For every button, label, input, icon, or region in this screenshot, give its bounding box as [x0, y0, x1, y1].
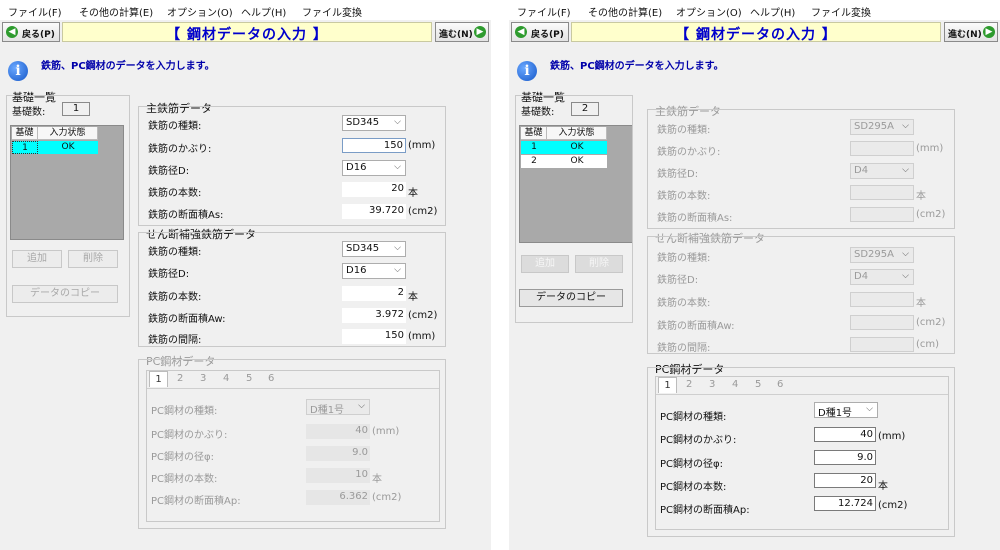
dropdown-arrow-icon: ⌵ — [358, 401, 365, 411]
menu-other-calc[interactable]: その他の計算(E) — [79, 4, 153, 19]
menu-file-convert[interactable]: ファイル変換 — [811, 4, 871, 19]
dropdown-arrow-icon: ⌵ — [902, 165, 909, 175]
info-text: 鉄筋、PC鋼材のデータを入力します。 — [41, 61, 215, 72]
next-arrow-icon: ▶ — [983, 26, 995, 38]
back-arrow-icon: ◀ — [6, 26, 18, 38]
tab-1[interactable]: 1 — [149, 371, 168, 387]
pc-type-select[interactable]: D種1号 ⌵ — [814, 402, 878, 419]
pc-area-input[interactable]: 6.362 — [306, 490, 370, 505]
main-rebar-area-input[interactable]: 39.720 — [342, 204, 406, 219]
shear-rebar-diameter-select[interactable]: D16 ⌵ — [342, 263, 406, 279]
title-banner: 【 鋼材データの入力 】 — [571, 22, 941, 43]
main-rebar-area-input[interactable] — [850, 207, 914, 222]
dropdown-arrow-icon: ⌵ — [866, 404, 873, 414]
main-rebar-cover-input[interactable]: 150 — [342, 138, 406, 153]
main-rebar-diameter-select[interactable]: D16 ⌵ — [342, 160, 406, 176]
shear-rebar-area-input[interactable] — [850, 315, 914, 330]
menu-bar: ファイル(F) その他の計算(E) オプション(O) ヘルプ(H) ファイル変換 — [509, 0, 1000, 20]
nav-bar: ◀ 戻る(P) 【 鋼材データの入力 】 進む(N) ▶ — [0, 21, 491, 45]
main-rebar-type-select[interactable]: SD345 ⌵ — [342, 115, 406, 131]
foundation-group-box — [515, 95, 633, 323]
shear-rebar-spacing-input[interactable]: 150 — [342, 329, 406, 344]
main-rebar-type-select[interactable]: SD295A ⌵ — [850, 119, 914, 135]
dropdown-arrow-icon: ⌵ — [902, 249, 909, 259]
next-button[interactable]: 進む(N) ▶ — [435, 22, 489, 42]
menu-file[interactable]: ファイル(F) — [517, 4, 571, 19]
info-icon: i — [517, 61, 537, 81]
main-rebar-cover-input[interactable] — [850, 141, 914, 156]
shear-rebar-type-select[interactable]: SD345 ⌵ — [342, 241, 406, 257]
shear-rebar-spacing-input[interactable] — [850, 337, 914, 352]
dropdown-arrow-icon: ⌵ — [902, 271, 909, 281]
shear-rebar-type-select[interactable]: SD295A ⌵ — [850, 247, 914, 263]
tab-4[interactable]: 4 — [223, 373, 229, 384]
menu-help[interactable]: ヘルプ(H) — [241, 4, 286, 19]
tab-3[interactable]: 3 — [709, 379, 715, 390]
foundation-group-box — [6, 95, 130, 317]
pc-cover-input[interactable]: 40 — [306, 424, 370, 439]
pc-diameter-input[interactable]: 9.0 — [306, 446, 370, 461]
dropdown-arrow-icon: ⌵ — [902, 121, 909, 131]
tab-6[interactable]: 6 — [777, 379, 783, 390]
dropdown-arrow-icon: ⌵ — [394, 162, 401, 172]
pc-area-input[interactable]: 12.724 — [814, 496, 876, 511]
back-button[interactable]: ◀ 戻る(P) — [511, 22, 569, 42]
pc-cover-input[interactable]: 40 — [814, 427, 876, 442]
shear-rebar-diameter-select[interactable]: D4 ⌵ — [850, 269, 914, 285]
tab-4[interactable]: 4 — [732, 379, 738, 390]
tab-5[interactable]: 5 — [755, 379, 761, 390]
tab-6[interactable]: 6 — [268, 373, 274, 384]
pc-diameter-input[interactable]: 9.0 — [814, 450, 876, 465]
back-button[interactable]: ◀ 戻る(P) — [2, 22, 60, 42]
page-title: 【 鋼材データの入力 】 — [166, 27, 328, 43]
next-button[interactable]: 進む(N) ▶ — [944, 22, 998, 42]
menu-help[interactable]: ヘルプ(H) — [750, 4, 795, 19]
pc-count-input[interactable]: 10 — [306, 468, 370, 483]
menu-bar: ファイル(F) その他の計算(E) オプション(O) ヘルプ(H) ファイル変換 — [0, 0, 491, 20]
menu-file-convert[interactable]: ファイル変換 — [302, 4, 362, 19]
tab-2[interactable]: 2 — [177, 373, 183, 384]
next-arrow-icon: ▶ — [474, 26, 486, 38]
pc-count-input[interactable]: 20 — [814, 473, 876, 488]
info-text: 鉄筋、PC鋼材のデータを入力します。 — [550, 61, 724, 72]
menu-file[interactable]: ファイル(F) — [8, 4, 62, 19]
right-window: ファイル(F) その他の計算(E) オプション(O) ヘルプ(H) ファイル変換… — [509, 0, 1000, 550]
nav-bar: ◀ 戻る(P) 【 鋼材データの入力 】 進む(N) ▶ — [509, 21, 1000, 45]
tab-5[interactable]: 5 — [246, 373, 252, 384]
pc-type-select[interactable]: D種1号 ⌵ — [306, 399, 370, 416]
main-rebar-count-input[interactable]: 20 — [342, 182, 406, 197]
info-icon: i — [8, 61, 28, 81]
dropdown-arrow-icon: ⌵ — [394, 265, 401, 275]
shear-rebar-area-input[interactable]: 3.972 — [342, 308, 406, 323]
menu-options[interactable]: オプション(O) — [676, 4, 742, 19]
dropdown-arrow-icon: ⌵ — [394, 117, 401, 127]
shear-rebar-count-input[interactable] — [850, 292, 914, 307]
menu-options[interactable]: オプション(O) — [167, 4, 233, 19]
left-window: ファイル(F) その他の計算(E) オプション(O) ヘルプ(H) ファイル変換… — [0, 0, 491, 550]
back-arrow-icon: ◀ — [515, 26, 527, 38]
main-rebar-diameter-select[interactable]: D4 ⌵ — [850, 163, 914, 179]
tab-1[interactable]: 1 — [658, 377, 677, 393]
pc-tabs: 1 2 3 4 5 6 — [656, 377, 948, 395]
menu-other-calc[interactable]: その他の計算(E) — [588, 4, 662, 19]
page-title: 【 鋼材データの入力 】 — [675, 27, 837, 43]
dropdown-arrow-icon: ⌵ — [394, 243, 401, 253]
pc-tabs: 1 2 3 4 5 6 — [147, 371, 439, 389]
title-banner: 【 鋼材データの入力 】 — [62, 22, 432, 43]
tab-3[interactable]: 3 — [200, 373, 206, 384]
shear-rebar-count-input[interactable]: 2 — [342, 286, 406, 301]
main-rebar-count-input[interactable] — [850, 185, 914, 200]
tab-2[interactable]: 2 — [686, 379, 692, 390]
